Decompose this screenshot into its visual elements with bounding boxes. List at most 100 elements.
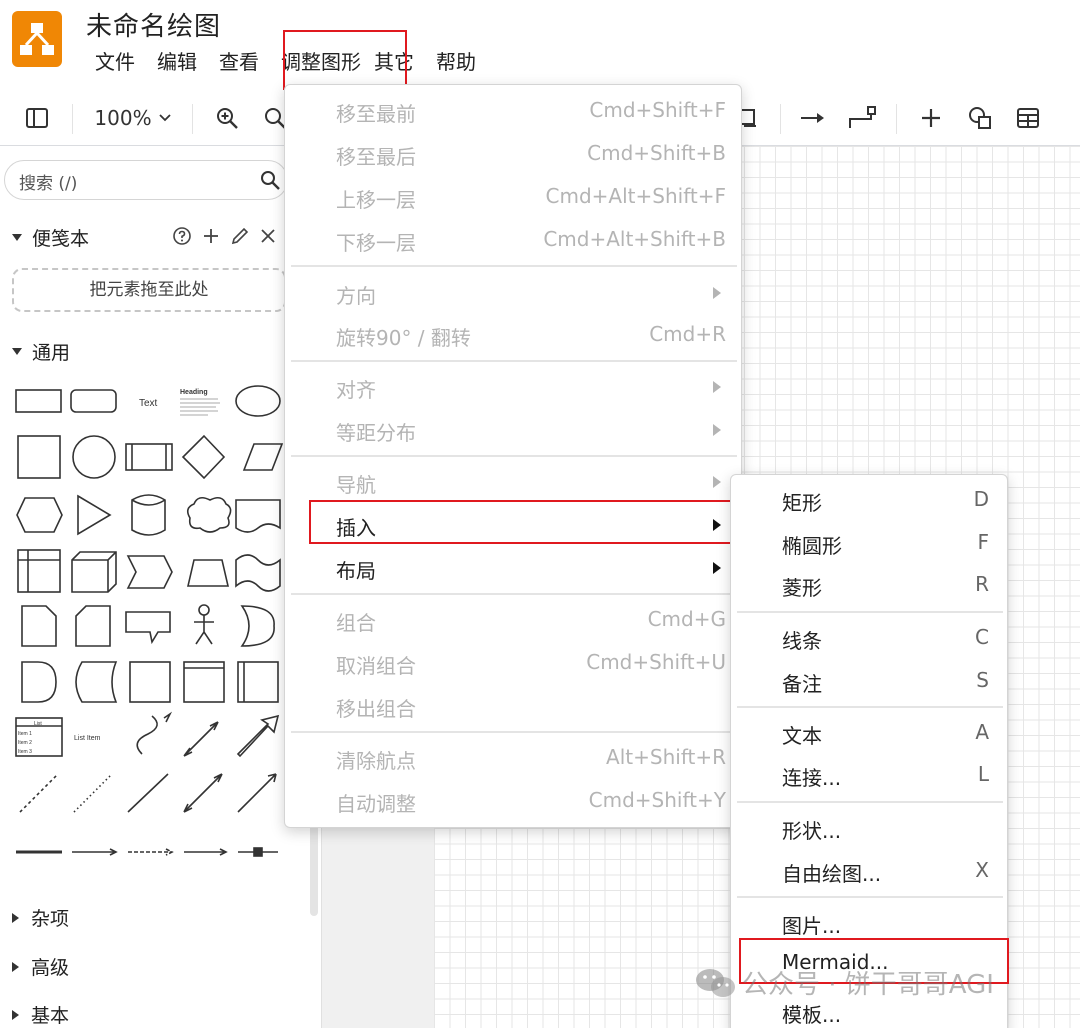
insert-image[interactable]: 图片... [731, 903, 1007, 945]
menu-item-clear-waypoints[interactable]: 清除航点 Alt+Shift+R [285, 738, 741, 780]
shape-or[interactable] [240, 605, 275, 647]
shape-square[interactable] [17, 435, 61, 479]
shape-dotted-line[interactable] [73, 773, 113, 813]
help-icon[interactable] [172, 226, 192, 246]
shape-parallelogram[interactable] [242, 443, 284, 471]
shape-list-item-label[interactable]: List Item [74, 735, 101, 742]
insert-shapes[interactable]: 形状... [731, 808, 1007, 850]
close-icon[interactable] [260, 228, 276, 244]
connection-arrow-icon[interactable] [798, 102, 828, 134]
search-placeholder: 搜索 (/) [19, 174, 78, 194]
scratchpad-actions [172, 226, 276, 246]
shape-note[interactable] [21, 605, 57, 647]
shapes-icon[interactable] [964, 102, 996, 134]
header: 未命名绘图 文件 编辑 查看 调整图形 其它 帮助 [0, 0, 1080, 90]
edit-pencil-icon[interactable] [230, 226, 250, 246]
menu-extras[interactable]: 其它 [372, 44, 425, 84]
shape-callout[interactable] [125, 611, 171, 645]
shape-ellipse[interactable] [235, 385, 281, 417]
menu-item-direction[interactable]: 方向 [285, 273, 741, 315]
document-title[interactable]: 未命名绘图 [86, 6, 221, 43]
shape-trapezoid[interactable] [186, 559, 230, 587]
menu-item-ungroup[interactable]: 取消组合 Cmd+Shift+U [285, 643, 741, 685]
shape-card[interactable] [75, 605, 111, 647]
menu-item-rotate[interactable]: 旋转90° / 翻转 Cmd+R [285, 315, 741, 357]
menu-item-navigation[interactable]: 导航 [285, 462, 741, 504]
shape-dashed-line[interactable] [19, 773, 59, 813]
insert-note[interactable]: 备注 S [731, 661, 1007, 703]
insert-ellipse[interactable]: 椭圆形 F [731, 523, 1007, 565]
shape-text-label[interactable]: Text [139, 398, 158, 409]
shape-heading-label[interactable]: Heading [180, 389, 208, 396]
advanced-section-header[interactable]: 高级 [12, 953, 69, 980]
shape-dashed-link[interactable] [128, 848, 174, 856]
menu-item-remove-from-group[interactable]: 移出组合 [285, 686, 741, 728]
shape-cylinder[interactable] [131, 494, 166, 536]
shape-internal-storage[interactable] [17, 549, 61, 593]
menu-item-to-back[interactable]: 移至最后 Cmd+Shift+B [285, 134, 741, 176]
menu-view[interactable]: 查看 [208, 44, 270, 84]
insert-link[interactable]: 连接... L [731, 755, 1007, 797]
general-shapes-header[interactable]: 通用 [12, 338, 70, 365]
insert-rectangle[interactable]: 矩形 D [731, 480, 1007, 522]
zoom-out-icon[interactable] [260, 102, 286, 134]
insert-line[interactable]: 线条 C [731, 618, 1007, 660]
misc-section-header[interactable]: 杂项 [12, 904, 69, 931]
menu-item-group[interactable]: 组合 Cmd+G [285, 600, 741, 642]
add-icon[interactable] [202, 227, 220, 245]
shape-diamond[interactable] [181, 434, 226, 480]
search-icon[interactable] [259, 169, 281, 191]
shape-process[interactable] [125, 443, 173, 471]
menu-separator [737, 611, 1003, 613]
toggle-sidebar-icon[interactable] [22, 102, 52, 134]
menu-item-bring-forward[interactable]: 上移一层 Cmd+Alt+Shift+F [285, 177, 741, 219]
menu-item-layout[interactable]: 布局 [285, 548, 741, 590]
scratchpad-drop-zone[interactable]: 把元素拖至此处 [12, 268, 286, 312]
insert-plus-icon[interactable] [916, 102, 946, 134]
shadow-icon[interactable] [740, 102, 758, 134]
shape-triangle[interactable] [77, 494, 112, 536]
shape-search-input[interactable]: 搜索 (/) [4, 160, 288, 200]
shape-labeled-link[interactable] [184, 848, 228, 856]
menu-item-autosize[interactable]: 自动调整 Cmd+Shift+Y [285, 781, 741, 823]
shape-arrow[interactable] [236, 714, 280, 758]
menu-item-distribute[interactable]: 等距分布 [285, 410, 741, 452]
insert-rhombus[interactable]: 菱形 R [731, 565, 1007, 607]
menu-edit[interactable]: 编辑 [146, 44, 208, 84]
shape-rounded-rectangle[interactable] [70, 389, 117, 413]
zoom-dropdown[interactable]: 100% [92, 102, 174, 134]
zoom-in-icon[interactable] [212, 102, 242, 134]
insert-freehand[interactable]: 自由绘图... X [731, 851, 1007, 893]
menu-item-align[interactable]: 对齐 [285, 367, 741, 409]
shape-container[interactable] [129, 661, 171, 703]
shape-actor[interactable] [198, 604, 210, 616]
shape-stored-data[interactable] [75, 661, 118, 703]
shape-step[interactable] [126, 555, 173, 589]
menu-file[interactable]: 文件 [84, 44, 146, 84]
waypoints-icon[interactable] [846, 102, 878, 134]
shape-directional-connector[interactable] [237, 773, 277, 813]
menu-arrange[interactable]: 调整图形 [270, 44, 372, 84]
shape-curve[interactable] [136, 711, 173, 755]
shape-delay[interactable] [21, 661, 57, 703]
shape-hexagon[interactable] [16, 497, 63, 533]
menu-help[interactable]: 帮助 [425, 44, 487, 84]
table-icon[interactable] [1012, 102, 1044, 134]
menu-item-insert[interactable]: 插入 [285, 505, 741, 547]
shape-link[interactable] [72, 848, 118, 856]
basic-section-header[interactable]: 基本 [12, 1001, 69, 1028]
shape-document[interactable] [235, 499, 281, 533]
caret-right-icon [12, 1009, 19, 1020]
shape-cloud[interactable] [186, 496, 232, 533]
scratchpad-header[interactable]: 便笺本 [12, 224, 89, 251]
menu-item-send-backward[interactable]: 下移一层 Cmd+Alt+Shift+B [285, 220, 741, 262]
insert-text[interactable]: 文本 A [731, 713, 1007, 755]
shape-line[interactable] [127, 773, 169, 813]
shape-bidirectional-connector[interactable] [183, 773, 223, 813]
submenu-arrow-icon [713, 562, 721, 574]
shape-rectangle[interactable] [15, 389, 62, 413]
shape-tape[interactable] [235, 554, 281, 592]
shape-bidirectional-arrow[interactable] [183, 721, 219, 757]
shape-circle[interactable] [72, 435, 116, 479]
menu-item-to-front[interactable]: 移至最前 Cmd+Shift+F [285, 91, 741, 133]
